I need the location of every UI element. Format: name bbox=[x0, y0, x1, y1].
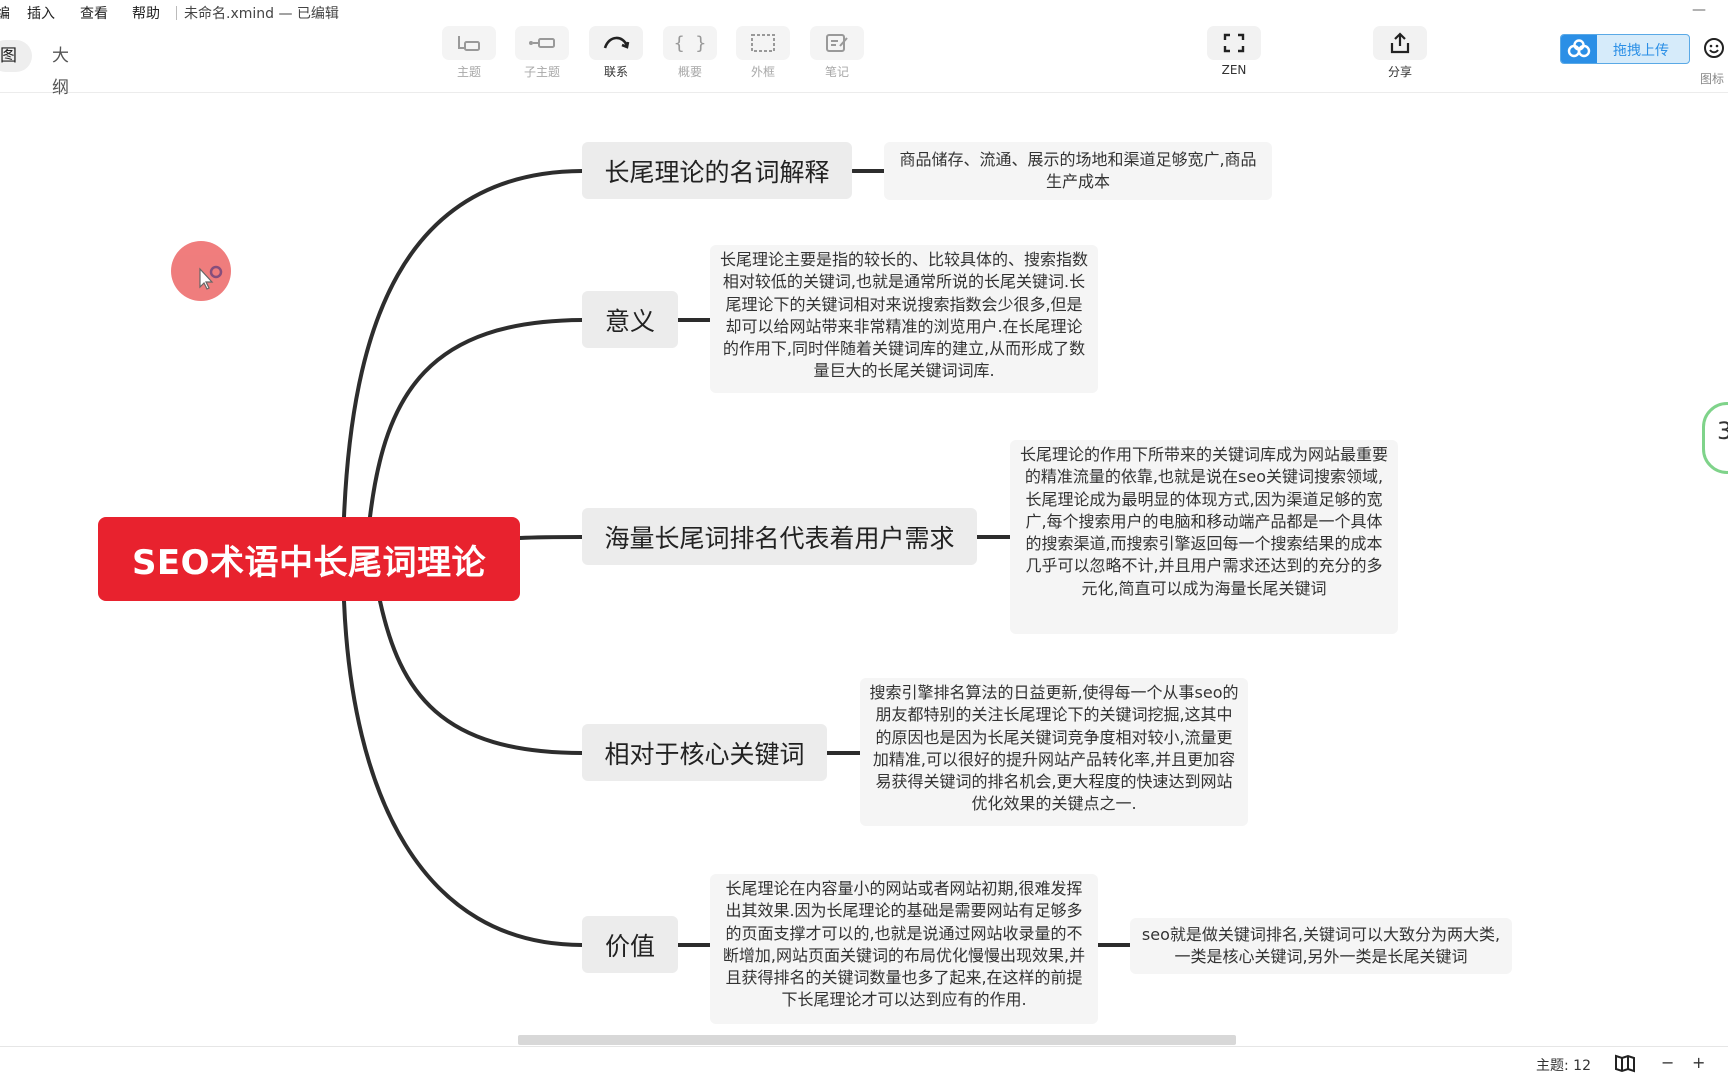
share-label: 分享 bbox=[1387, 65, 1412, 79]
topic-button[interactable]: 主题 bbox=[441, 26, 497, 80]
relationship-label: 联系 bbox=[603, 65, 628, 79]
cursor-highlight bbox=[171, 241, 231, 301]
summary-label: 概要 bbox=[677, 65, 702, 79]
zoom-in-button[interactable]: + bbox=[1692, 1053, 1705, 1072]
fullscreen-icon bbox=[1207, 26, 1261, 60]
menu-insert[interactable]: 插入 bbox=[27, 3, 55, 23]
status-bar: 主题: 12 − + bbox=[0, 1046, 1728, 1081]
tab-mindmap[interactable]: 图 bbox=[0, 40, 32, 72]
horizontal-scrollbar[interactable] bbox=[518, 1035, 1236, 1045]
main-topic-2[interactable]: 意义 bbox=[582, 291, 678, 348]
note-button[interactable]: 笔记 bbox=[809, 26, 865, 80]
upload-label: 拖拽上传 bbox=[1613, 43, 1669, 59]
mindmap-canvas[interactable]: SEO术语中长尾词理论 长尾理论的名词解释 商品储存、流通、展示的场地和渠道足够… bbox=[0, 92, 1728, 1036]
relationship-button[interactable]: 联系 bbox=[588, 26, 644, 80]
subtopic-label: 子主题 bbox=[523, 65, 560, 79]
share-icon bbox=[1373, 26, 1427, 60]
note-3[interactable]: 长尾理论的作用下所带来的关键词库成为网站最重要的精准流量的依靠,也就是说在seo… bbox=[1010, 440, 1398, 634]
minimize-button[interactable]: — bbox=[1692, 2, 1706, 18]
smiley-icon[interactable] bbox=[1702, 36, 1726, 64]
note-5[interactable]: 长尾理论在内容量小的网站或者网站初期,很难发挥出其效果.因为长尾理论的基础是需要… bbox=[710, 874, 1098, 1024]
branch-line-3 bbox=[518, 535, 584, 540]
note-2[interactable]: 长尾理论主要是指的较长的、比较具体的、搜索指数相对较低的关键词,也就是通常所说的… bbox=[710, 245, 1098, 393]
zoom-out-button[interactable]: − bbox=[1661, 1053, 1674, 1072]
menu-help[interactable]: 帮助 bbox=[132, 3, 160, 23]
topic-label: 主题 bbox=[456, 65, 481, 79]
note-icon bbox=[810, 26, 864, 60]
upload-button[interactable]: 拖拽上传 bbox=[1560, 34, 1690, 64]
summary-button[interactable]: { } 概要 bbox=[662, 26, 718, 80]
branch-line-2 bbox=[368, 318, 584, 519]
menu-bar: 编 插入 查看 帮助 未命名.xmind — 已编辑 — bbox=[0, 0, 1728, 26]
menu-view[interactable]: 查看 bbox=[80, 3, 108, 23]
note-1[interactable]: 商品储存、流通、展示的场地和渠道足够宽广,商品生产成本 bbox=[884, 142, 1272, 200]
badge-count: 3 bbox=[1717, 417, 1728, 445]
zen-label: ZEN bbox=[1221, 63, 1247, 77]
note-6[interactable]: seo就是做关键词排名,关键词可以大致分为两大类,一类是核心关键词,另外一类是长… bbox=[1130, 918, 1512, 974]
menu-separator bbox=[176, 6, 177, 20]
menu-edit[interactable]: 编 bbox=[0, 3, 10, 23]
boundary-button[interactable]: 外框 bbox=[735, 26, 791, 80]
icons-label: 图标 bbox=[1700, 72, 1725, 86]
window-title: 未命名.xmind — 已编辑 bbox=[184, 6, 339, 22]
share-button[interactable]: 分享 bbox=[1372, 26, 1428, 80]
cloud-icon bbox=[1561, 35, 1597, 63]
toolbar: 图 大纲 主题 子主题 联系 { } 概要 外框 笔记 ZEN 分享 拖拽上传 … bbox=[0, 26, 1728, 98]
topic-count: 主题: 12 bbox=[1536, 1058, 1591, 1074]
main-topic-3[interactable]: 海量长尾词排名代表着用户需求 bbox=[582, 508, 977, 565]
topic-icon bbox=[442, 26, 496, 60]
subtopic-icon bbox=[515, 26, 569, 60]
central-topic[interactable]: SEO术语中长尾词理论 bbox=[98, 517, 520, 601]
svg-text:{ }: { } bbox=[675, 33, 705, 54]
boundary-icon bbox=[736, 26, 790, 60]
branch-line-5 bbox=[342, 599, 584, 947]
main-topic-5[interactable]: 价值 bbox=[582, 916, 678, 973]
zen-button[interactable]: ZEN bbox=[1206, 26, 1262, 77]
side-float-badge[interactable]: 3 bbox=[1702, 402, 1728, 474]
boundary-label: 外框 bbox=[750, 65, 775, 79]
note-4[interactable]: 搜索引擎排名算法的日益更新,使得每一个从事seo的朋友都特别的关注长尾理论下的关… bbox=[860, 678, 1248, 826]
subtopic-button[interactable]: 子主题 bbox=[514, 26, 570, 80]
map-icon[interactable] bbox=[1614, 1053, 1636, 1077]
main-topic-1[interactable]: 长尾理论的名词解释 bbox=[582, 142, 852, 199]
branch-line-4 bbox=[378, 599, 584, 755]
main-topic-4[interactable]: 相对于核心关键词 bbox=[582, 724, 827, 781]
note-label: 笔记 bbox=[824, 65, 849, 79]
relationship-icon bbox=[589, 26, 643, 60]
cursor-icon bbox=[199, 265, 223, 290]
summary-icon: { } bbox=[663, 26, 717, 60]
